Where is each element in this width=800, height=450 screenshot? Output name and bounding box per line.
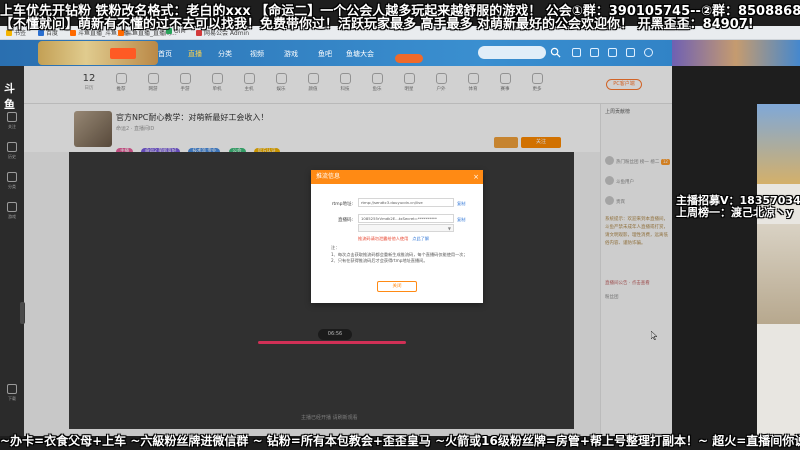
stream-capture: 书签 百度 斗鱼直播_斗鱼直播... 斗鱼直播_直播间... OIM 网易公会 … [0, 0, 800, 450]
nav-live[interactable]: 直播 [188, 49, 202, 59]
avatar[interactable] [644, 48, 653, 57]
stream-code-field[interactable]: 1085255rVmdk2E...txSecret=********** [358, 214, 454, 223]
ad-art [757, 104, 800, 184]
rtmp-label: rtmp地址: [331, 202, 353, 207]
nav-promo-pill[interactable] [395, 54, 423, 63]
sidebar-item-category[interactable]: 分类 [4, 172, 20, 190]
follow-icon[interactable] [590, 48, 599, 57]
search-input[interactable] [478, 46, 546, 59]
nav-category[interactable]: 分类 [218, 49, 232, 59]
clock-icon [7, 142, 17, 152]
line-select[interactable]: ▼ [358, 224, 454, 232]
site-header: 首页 直播 分类 视频 游戏 鱼吧 鱼塘大会 [0, 40, 800, 66]
grid-icon [7, 172, 17, 182]
nav-game[interactable]: 游戏 [284, 49, 298, 59]
close-icon[interactable]: × [473, 170, 479, 184]
message-icon[interactable] [626, 48, 635, 57]
chevron-down-icon: ▼ [447, 226, 451, 231]
nav-yuba[interactable]: 鱼吧 [318, 49, 332, 59]
heart-icon [7, 112, 17, 122]
logo-badge [110, 48, 136, 59]
overlay-caption-bottom: ~办卡=衣食父母+上车 ~六級粉丝牌进微信群 ~ 钻粉=所有本包教会+歪歪皇马 … [0, 434, 800, 448]
sidebar-item-download[interactable]: 下载 [4, 384, 20, 402]
nav-home[interactable]: 首页 [158, 49, 172, 59]
dialog-notes: 注： 1、每次点击获取推流码都会重新生成推流码，每个直播码仅能使用一次； 2、只… [331, 245, 477, 265]
history-icon[interactable] [572, 48, 581, 57]
stream-info-dialog: 推流信息 × rtmp地址: rtmp://sendtc3.douyucdn.c… [311, 170, 483, 303]
header-game-art [672, 40, 800, 66]
rtmp-address-field[interactable]: rtmp://sendtc3.douyucdn.cn/live [358, 198, 454, 207]
copy-code-button[interactable]: 复制 [457, 217, 465, 223]
dialog-title: 推流信息 [316, 173, 341, 180]
download-icon [7, 384, 17, 394]
warning-text: 推流码请勿泄露给他人使用 点此了解 [358, 236, 430, 241]
sidebar-item-follow[interactable]: 关注 [4, 112, 20, 130]
overlay-caption-second: 【不懂就问】萌新有不懂的过不去可以找我！免费带你过！活跃玩家最多 高手最多 对萌… [0, 17, 754, 32]
overlay-rank-text: 上周榜一：渡己北凉丶y [676, 206, 794, 219]
sidebar-item-history[interactable]: 历史 [4, 142, 20, 160]
ad-art [757, 224, 800, 324]
side-game-ad[interactable] [757, 104, 800, 436]
sidebar-logo: 斗鱼 [4, 82, 15, 111]
dialog-header: 推流信息 × [311, 170, 483, 184]
sidebar-item-game[interactable]: 游戏 [4, 202, 20, 220]
nav-video[interactable]: 视频 [250, 49, 264, 59]
download-icon[interactable] [608, 48, 617, 57]
stream-code-label: 直播码: [337, 218, 353, 223]
header-banner-art [38, 41, 158, 65]
learn-more-link[interactable]: 点此了解 [412, 236, 429, 241]
note-line: 2、只有在获得推流码后才会获得rtmp地址直播间。 [331, 258, 428, 263]
nav-event[interactable]: 鱼塘大会 [346, 49, 374, 59]
gamepad-icon [7, 202, 17, 212]
copy-rtmp-button[interactable]: 复制 [457, 201, 465, 207]
left-sidebar: 斗鱼 关注 历史 分类 游戏 下载 [0, 66, 25, 436]
close-dialog-button[interactable]: 关闭 [377, 281, 417, 292]
search-icon[interactable] [550, 47, 561, 58]
